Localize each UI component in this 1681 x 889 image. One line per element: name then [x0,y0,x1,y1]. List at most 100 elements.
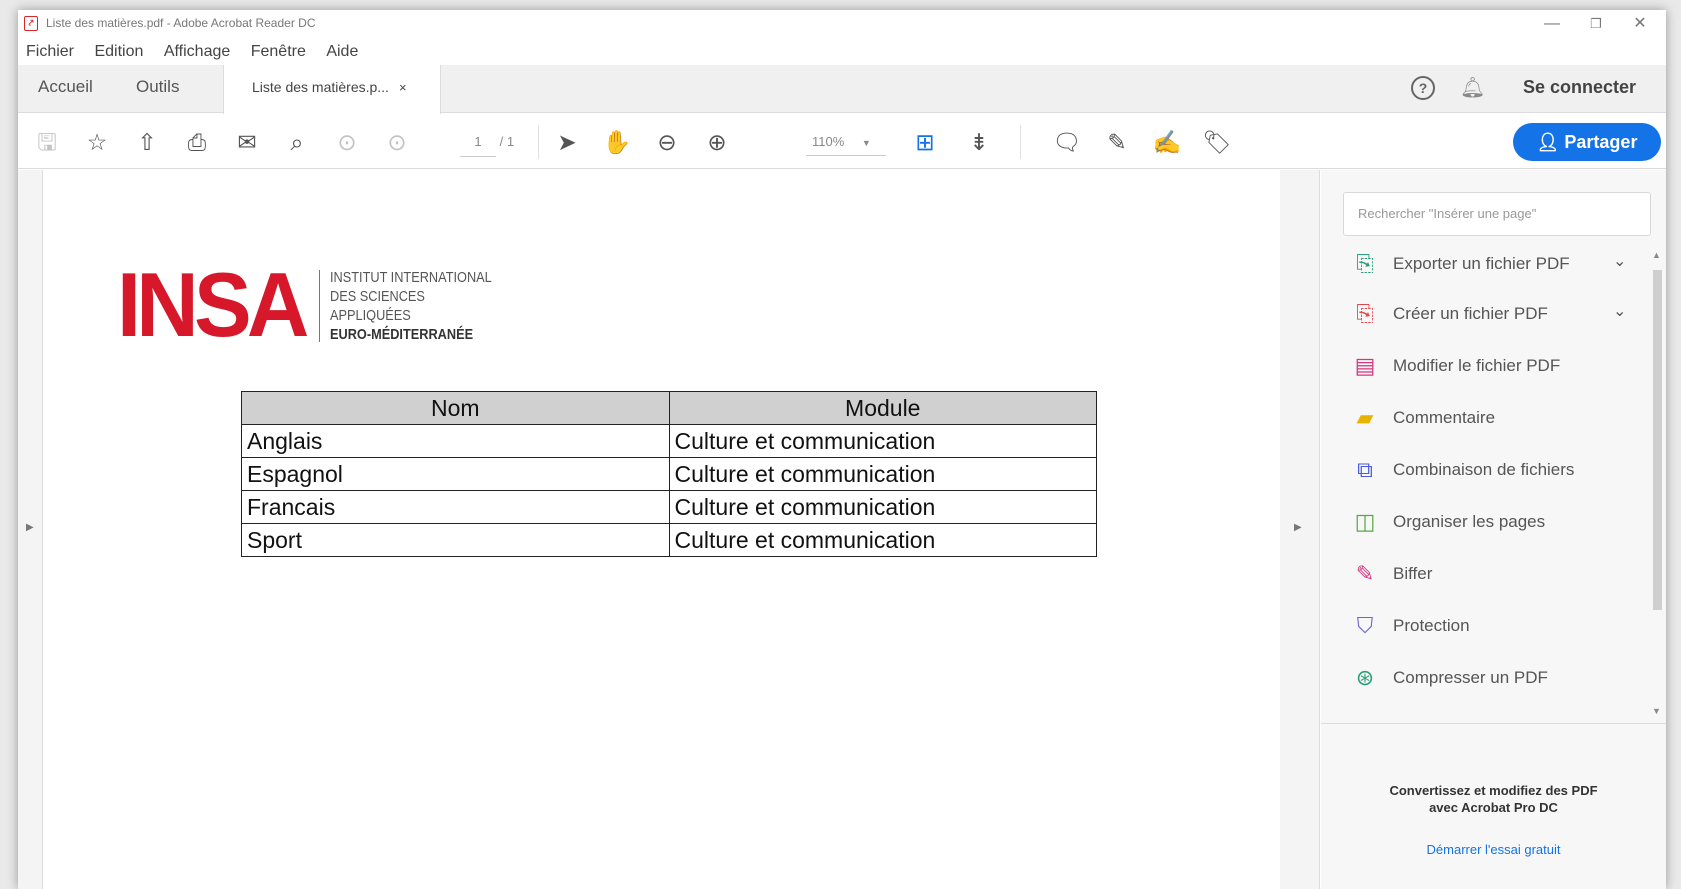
edit-pdf-icon: ▤ [1354,353,1376,378]
tool-label: Compresser un PDF [1393,668,1548,687]
email-icon[interactable]: ✉ [232,127,262,157]
page-down-icon[interactable]: ⊙ [382,127,412,157]
table-row: Sport Culture et communication [241,523,1097,557]
scroll-down-icon[interactable]: ▼ [1652,706,1661,716]
zoom-value: 110% [812,134,845,149]
compress-icon: ⊛ [1355,665,1375,690]
right-panel-toggle-strip: ▶ [1280,170,1320,889]
tool-edit-pdf[interactable]: ▤ Modifier le fichier PDF [1351,348,1641,384]
window-title: Liste des matières.pdf - Adobe Acrobat R… [46,16,316,30]
tool-label: Commentaire [1393,408,1496,427]
table-cell: Culture et communication [668,523,1097,557]
add-user-icon: 👤︎ [1536,132,1565,152]
free-trial-link[interactable]: Démarrer l'essai gratuit [1321,842,1666,857]
column-header: Nom [241,391,670,425]
tool-create-pdf[interactable]: ⎘ Créer un fichier PDF ⌄ [1351,296,1641,332]
table-header-row: Nom Module [241,391,1097,425]
tag-icon[interactable]: 🏷︎ [1202,127,1232,157]
signin-link[interactable]: Se connecter [1523,77,1636,98]
tool-compress-pdf[interactable]: ⊛ Compresser un PDF [1351,660,1641,696]
shield-icon: ⛉ [1356,613,1374,638]
page-up-icon[interactable]: ⊙ [332,127,362,157]
tab-bar: Accueil Outils Liste des matières.p... × … [18,65,1666,114]
zoom-out-icon[interactable]: ⊖ [652,127,682,157]
share-button[interactable]: 👤︎ Partager [1513,123,1661,161]
maximize-button[interactable]: ❐ [1574,12,1618,36]
tab-home[interactable]: Accueil [38,65,93,113]
toolbar-divider [1020,125,1021,159]
menu-fenetre[interactable]: Fenêtre [251,40,306,64]
highlight-pen-icon[interactable]: ✎ [1102,127,1132,157]
help-icon[interactable]: ? [1411,76,1435,100]
tool-export-pdf[interactable]: ⎘ Exporter un fichier PDF ⌄ [1351,246,1641,282]
tool-comment[interactable]: ▰ Commentaire [1351,400,1641,436]
close-window-button[interactable]: ✕ [1618,12,1662,36]
tool-combine-files[interactable]: ⧉ Combinaison de fichiers [1351,452,1641,488]
tab-close-icon[interactable]: × [399,80,407,95]
tool-redact[interactable]: ✎ Biffer [1351,556,1641,592]
zoom-in-icon[interactable]: ⊕ [702,127,732,157]
table-cell: Culture et communication [668,457,1097,491]
cloud-upload-icon[interactable]: ⇧ [132,127,162,157]
tools-search-input[interactable]: Rechercher "Insérer une page" [1343,192,1651,236]
sign-icon[interactable]: ✍ [1152,127,1182,157]
logo-subtitle: INSTITUT INTERNATIONAL DES SCIENCES APPL… [330,268,492,344]
chevron-down-icon[interactable]: ⌄ [1613,301,1626,321]
share-label: Partager [1564,132,1638,152]
left-navigation-rail: ▶ [18,170,43,889]
table-row: Francais Culture et communication [241,490,1097,524]
subjects-table: Nom Module Anglais Culture et communicat… [241,391,1097,557]
page-number-input[interactable]: 1 [460,128,496,157]
menu-bar: Fichier Edition Affichage Fenêtre Aide [18,40,1666,64]
tools-panel-scrollbar[interactable]: ▲ ▼ [1650,250,1664,720]
title-bar: ⤤ Liste des matières.pdf - Adobe Acrobat… [18,10,1666,38]
tool-protect[interactable]: ⛉ Protection [1351,608,1641,644]
scrollbar-thumb[interactable] [1653,270,1662,610]
tool-label: Modifier le fichier PDF [1393,356,1561,375]
promo-line: Convertissez et modifiez des PDF [1389,783,1598,798]
menu-fichier[interactable]: Fichier [26,40,74,64]
hand-tool-icon[interactable]: ✋ [602,127,632,157]
page-total: / 1 [499,134,515,149]
tab-tools[interactable]: Outils [136,65,179,113]
logo-line: EURO-MÉDITERRANÉE [330,326,474,343]
chevron-down-icon[interactable]: ⌄ [1613,251,1626,271]
document-view: INSA INSTITUT INTERNATIONAL DES SCIENCES… [43,170,1304,889]
tool-organize-pages[interactable]: ◫ Organiser les pages [1351,504,1641,540]
table-row: Anglais Culture et communication [241,424,1097,458]
menu-affichage[interactable]: Affichage [164,40,230,64]
scroll-up-icon[interactable]: ▲ [1652,250,1661,260]
star-icon[interactable]: ☆ [82,127,112,157]
print-icon[interactable]: ⎙ [182,127,212,157]
collapse-right-panel-icon[interactable]: ▶ [1294,522,1302,533]
page-indicator: 1 / 1 [460,128,515,157]
logo-line: INSTITUT INTERNATIONAL [330,269,492,286]
table-cell: Culture et communication [668,490,1097,524]
tab-document[interactable]: Liste des matières.p... × [223,65,441,114]
comment-icon[interactable]: 🗨︎ [1052,127,1082,157]
search-icon[interactable]: ⌕ [282,127,312,157]
select-cursor-icon[interactable]: ➤ [552,127,582,157]
fit-width-icon[interactable]: ⇟ [964,127,994,157]
create-pdf-icon: ⎘ [1356,301,1374,326]
save-icon[interactable]: 🖫 [32,127,62,157]
expand-left-panel-icon[interactable]: ▶ [26,522,34,533]
tool-label: Créer un fichier PDF [1393,304,1548,323]
tools-panel: Rechercher "Insérer une page" ⎘ Exporter… [1321,170,1666,889]
acrobat-window: ⤤ Liste des matières.pdf - Adobe Acrobat… [18,10,1666,889]
table-cell: Francais [241,490,670,524]
menu-edition[interactable]: Edition [94,40,143,64]
tab-document-label: Liste des matières.p... [252,79,389,95]
zoom-select[interactable]: 110% ▼ [806,128,886,156]
logo-divider [319,270,320,342]
export-pdf-icon: ⎘ [1356,251,1374,276]
menu-aide[interactable]: Aide [326,40,358,64]
bell-icon[interactable]: 🔔︎ [1460,75,1485,100]
tool-label: Organiser les pages [1393,512,1546,531]
chevron-down-icon: ▼ [861,138,871,148]
tool-label: Biffer [1393,564,1433,583]
page-display-icon[interactable]: ⊞ [910,127,940,157]
comment-icon: ▰ [1356,405,1374,430]
logo-line: DES SCIENCES [330,288,425,305]
minimize-button[interactable]: — [1530,12,1574,36]
